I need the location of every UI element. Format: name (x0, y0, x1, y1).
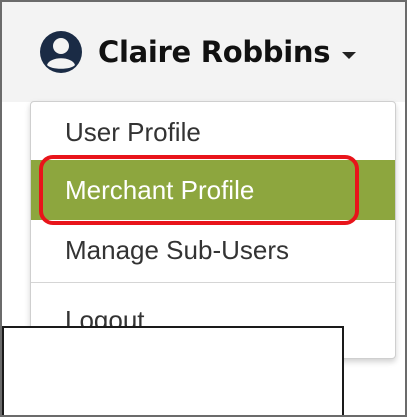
menu-item-label: Merchant Profile (65, 174, 255, 205)
menu-divider (31, 282, 395, 283)
overlay-box (2, 326, 344, 415)
user-menu-toggle[interactable]: Claire Robbins (2, 2, 405, 102)
menu-item-manage-sub-users[interactable]: Manage Sub-Users (31, 220, 395, 280)
menu-item-merchant-profile[interactable]: Merchant Profile (31, 160, 395, 220)
user-dropdown-menu: User Profile Merchant Profile Manage Sub… (30, 101, 396, 359)
menu-item-label: Manage Sub-Users (65, 234, 289, 265)
screenshot-frame: Claire Robbins User Profile Merchant Pro… (0, 0, 407, 417)
menu-item-user-profile[interactable]: User Profile (31, 102, 395, 162)
user-circle-icon (40, 31, 82, 73)
user-name: Claire Robbins (98, 35, 331, 69)
menu-item-label: User Profile (65, 116, 201, 147)
caret-down-icon[interactable] (342, 51, 357, 59)
